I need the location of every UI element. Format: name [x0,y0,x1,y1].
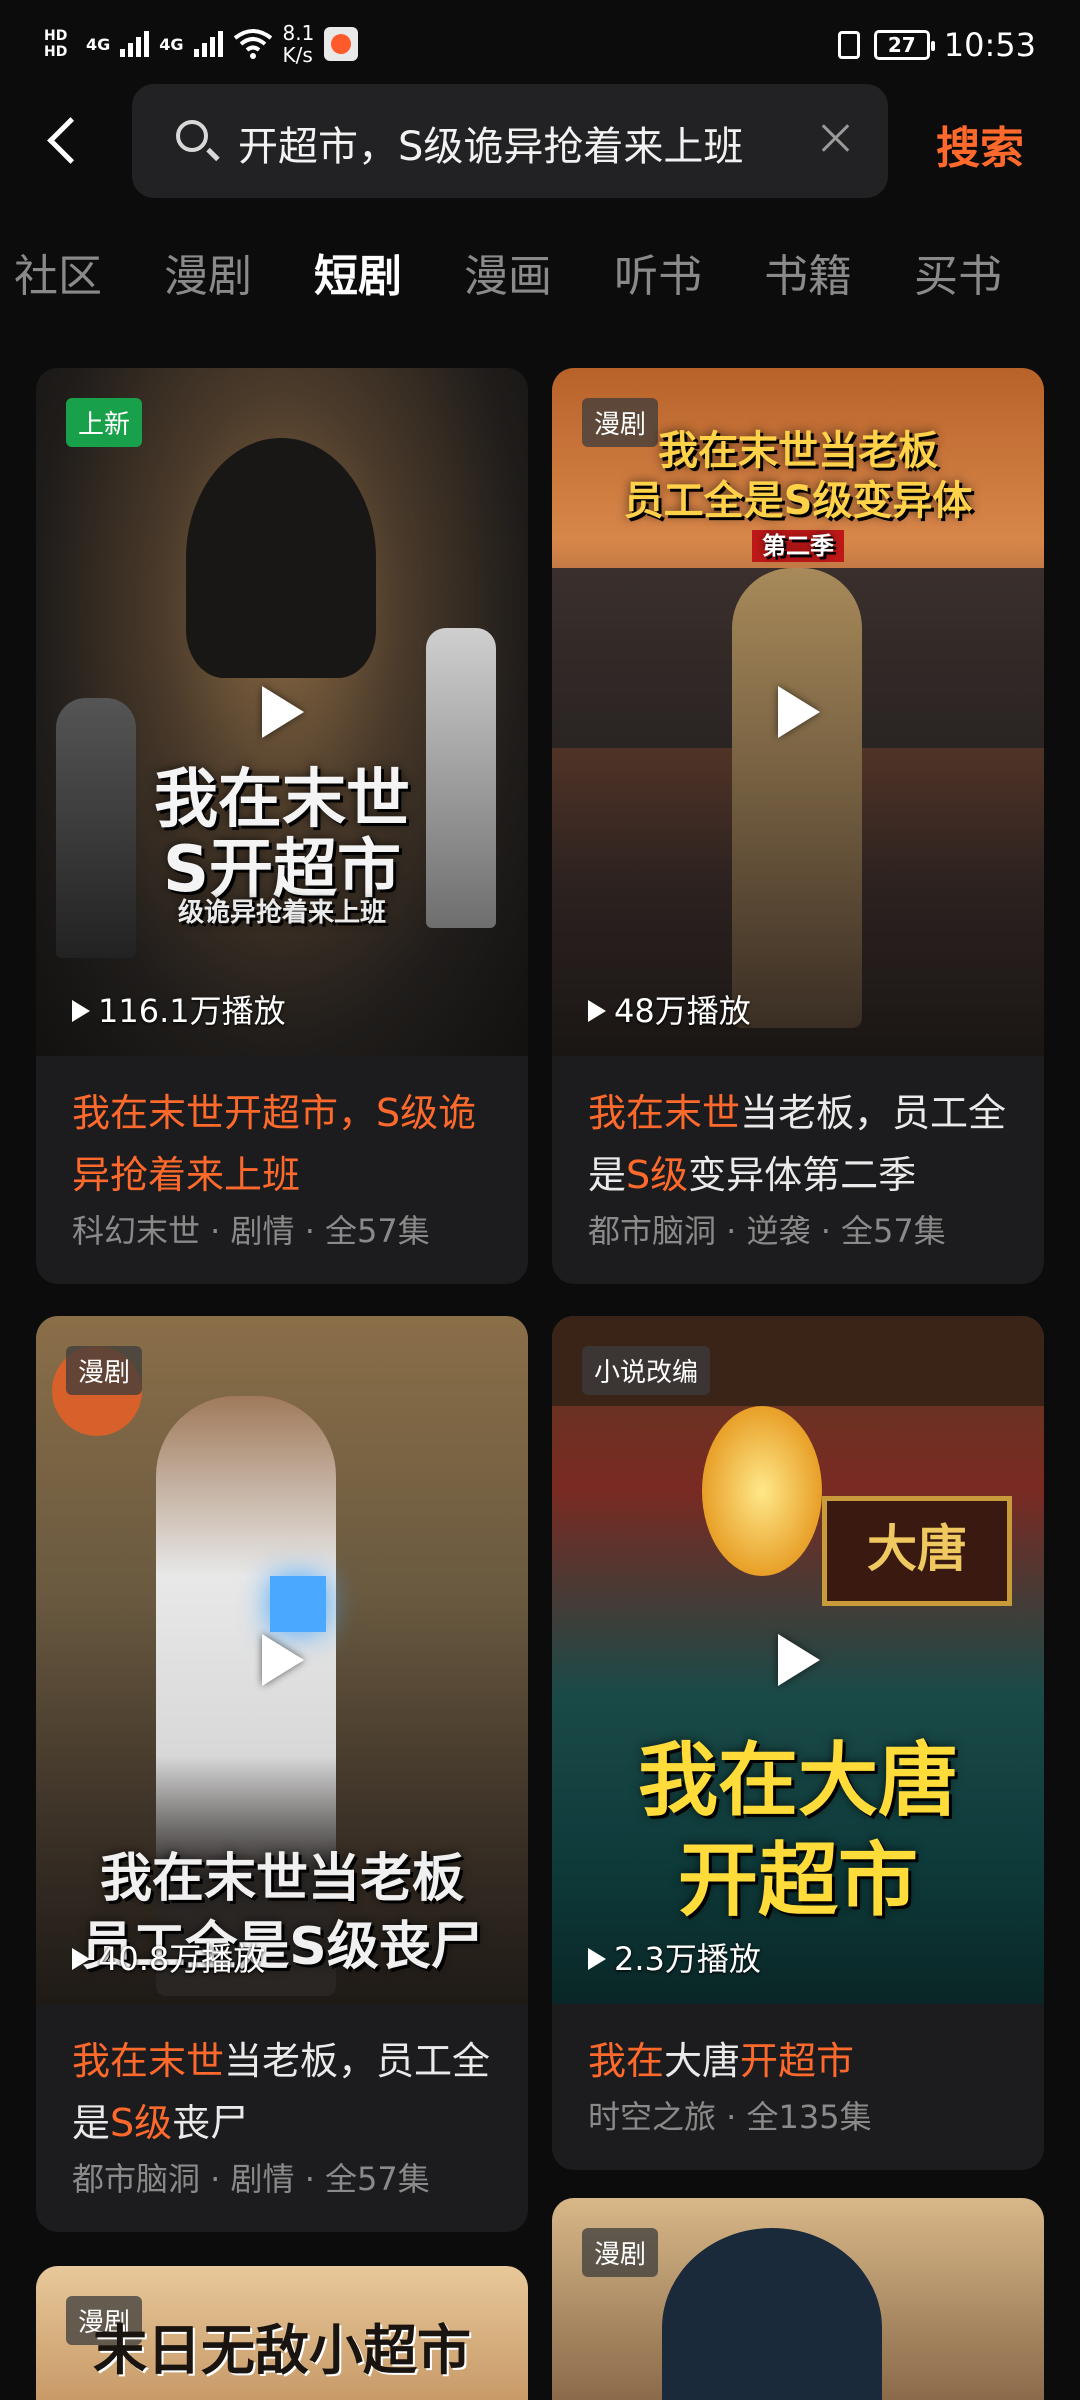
drama-card[interactable]: 漫剧 我在末世当老板 员工全是S级变异体 第二季 48万播放 我在末世当老板，员… [552,368,1044,1284]
cover-image[interactable]: 漫剧 我在末世当老板 员工全是S级丧尸 40.8万播放 [36,1316,528,2004]
lantern [702,1406,822,1576]
play-icon[interactable] [778,686,820,738]
card-title[interactable]: 我在大唐开超市 [552,2004,1044,2092]
card-title[interactable]: 我在末世当老板，员工全是S级变异体第二季 [552,1056,1044,1206]
network-type-2: 4G [159,34,184,54]
signal-icon [120,31,150,57]
card-meta: 科幻末世 · 剧情 · 全57集 [72,1212,430,1250]
card-meta: 都市脑洞 · 逆袭 · 全57集 [588,1212,946,1250]
app-notification-icon [324,27,359,61]
drama-card[interactable]: 大唐 小说改编 我在大唐 开超市 2.3万播放 我在大唐开超市 时空之旅 · 全… [552,1316,1044,2170]
drama-card[interactable]: 漫剧 [552,2198,1044,2400]
search-icon [176,120,208,152]
search-button[interactable]: 搜索 [936,112,1024,176]
badge-novel-adaptation: 小说改编 [582,1346,711,1395]
cover-title-line1: 我在大唐 [638,1734,958,1827]
drama-card[interactable]: 上新 我在末世 S开超市 级诡异抢着来上班 116.1万播放 我在末世开超市，S… [36,368,528,1284]
card-meta: 都市脑洞 · 剧情 · 全57集 [72,2160,430,2198]
search-bar[interactable]: 开超市，S级诡异抢着来上班 [132,84,888,198]
signal-icon [193,31,223,57]
play-count: 48万播放 [588,986,751,1032]
tab-short-drama[interactable]: 短剧 [314,240,402,304]
play-small-icon [588,1000,606,1022]
clock: 10:53 [943,26,1036,64]
play-small-icon [72,1948,90,1970]
status-bar: HD HD 4G 4G 8.1 K/s 27 10:53 [0,0,1080,84]
cover-image[interactable]: 大唐 小说改编 我在大唐 开超市 2.3万播放 [552,1316,1044,2004]
drama-card[interactable]: 漫剧 末日无敌小超市 [36,2266,528,2400]
glowing-cube [270,1576,326,1632]
back-icon[interactable] [40,110,90,170]
cover-image[interactable]: 漫剧 末日无敌小超市 [36,2266,528,2400]
category-tabs: 社区 漫剧 短剧 漫画 听书 书籍 买书 [0,240,1080,310]
play-icon[interactable] [262,686,304,738]
wifi-icon [233,29,272,59]
play-small-icon [588,1948,606,1970]
play-count: 2.3万播放 [588,1934,761,1980]
tab-buy-books[interactable]: 买书 [914,240,1002,304]
tab-audiobooks[interactable]: 听书 [614,240,702,304]
cover-title-line3: 第二季 [552,526,1044,562]
battery-icon: 27 [873,30,935,60]
search-input[interactable]: 开超市，S级诡异抢着来上班 [238,114,743,172]
cover-image[interactable]: 漫剧 [552,2198,1044,2400]
cover-image[interactable]: 漫剧 我在末世当老板 员工全是S级变异体 第二季 48万播放 [552,368,1044,1056]
tab-comic-drama[interactable]: 漫剧 [164,240,252,304]
character-figure [732,568,862,1028]
shop-sign: 大唐 [822,1496,1012,1606]
play-icon[interactable] [778,1634,820,1686]
character-figure [662,2228,882,2400]
cover-image[interactable]: 上新 我在末世 S开超市 级诡异抢着来上班 116.1万播放 [36,368,528,1056]
network-type-1: 4G [86,34,111,54]
play-count: 40.8万播放 [72,1934,265,1980]
cover-title-line3: 级诡异抢着来上班 [177,898,386,928]
tab-comics[interactable]: 漫画 [464,240,552,304]
badge-new: 上新 [66,398,143,447]
play-count: 116.1万播放 [72,986,286,1032]
hd-indicator: HD HD [44,28,68,60]
drama-card[interactable]: 漫剧 我在末世当老板 员工全是S级丧尸 40.8万播放 我在末世当老板，员工全是… [36,1316,528,2232]
card-meta: 时空之旅 · 全135集 [588,2098,872,2136]
badge-comic-drama: 漫剧 [582,2228,659,2277]
cover-title-line2: 员工全是S级变异体 [623,478,973,524]
card-title[interactable]: 我在末世当老板，员工全是S级丧尸 [36,2004,528,2154]
character-figure [186,438,376,678]
play-small-icon [72,1000,90,1022]
play-icon[interactable] [262,1634,304,1686]
tab-community[interactable]: 社区 [14,240,102,304]
network-speed: 8.1 K/s [282,21,315,67]
cover-title-line1: 我在末世当老板 [99,1849,464,1909]
vibrate-icon [837,31,860,59]
clear-icon[interactable] [820,122,852,154]
card-title[interactable]: 我在末世开超市，S级诡异抢着来上班 [36,1056,528,1206]
tab-books[interactable]: 书籍 [764,240,852,304]
cover-title-line2: 开超市 [678,1834,918,1927]
cover-title-line1: 末日无敌小超市 [93,2319,471,2382]
badge-comic-drama: 漫剧 [66,1346,143,1395]
